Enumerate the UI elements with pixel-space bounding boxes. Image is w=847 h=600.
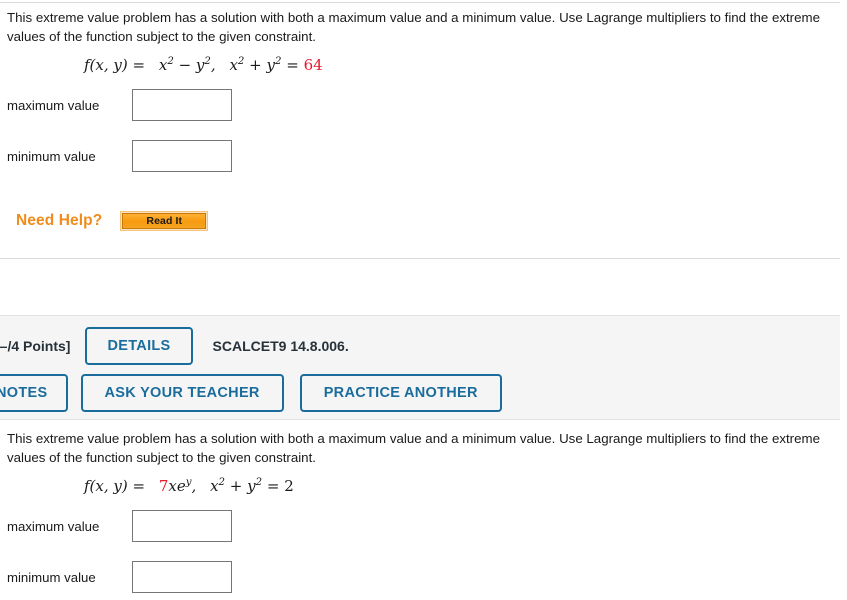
formula-2-function-label: f(x, y) = <box>84 477 146 495</box>
problem-1-formula: f(x, y) = x2 − y2, x2 + y2 = 64 <box>0 56 847 74</box>
problem-1-minimum-row: minimum value <box>0 139 232 173</box>
formula-1-constraint-value: 64 <box>303 56 323 74</box>
read-it-button[interactable]: Read It <box>120 211 209 231</box>
read-it-button-label: Read It <box>122 213 207 229</box>
problem-1-need-help: Need Help? Read It <box>0 211 209 231</box>
formula-1-function-label: f(x, y) = <box>84 56 146 74</box>
problem-2-formula-row: f(x, y) = 7xey, x2 + y2 = 2 <box>0 477 847 495</box>
formula-2-coefficient: 7 <box>158 477 169 495</box>
details-button[interactable]: DETAILS <box>85 327 193 365</box>
problem-2-minimum-row: minimum value <box>0 560 232 594</box>
problem-1-maximum-input[interactable] <box>132 89 232 121</box>
my-notes-button[interactable]: Y NOTES <box>0 374 68 412</box>
assignment-page: This extreme value problem has a solutio… <box>0 0 847 600</box>
formula-2-expression: xey, <box>168 477 197 495</box>
problem-2: This extreme value problem has a solutio… <box>0 429 847 467</box>
problem-1-minimum-label: minimum value <box>7 148 96 164</box>
problem-2-action-row: Y NOTES ASK YOUR TEACHER PRACTICE ANOTHE… <box>0 374 502 412</box>
problem-2-prompt: This extreme value problem has a solutio… <box>7 431 820 465</box>
problem-1-prompt: This extreme value problem has a solutio… <box>7 10 820 44</box>
problem-2-formula: f(x, y) = 7xey, x2 + y2 = 2 <box>0 477 847 495</box>
formula-1-constraint: x2 + y2 = <box>229 56 299 74</box>
problem-2-maximum-row: maximum value <box>0 509 232 543</box>
problem-1-maximum-label: maximum value <box>7 97 100 113</box>
problem-2-maximum-label: maximum value <box>7 518 100 534</box>
section-divider <box>0 258 840 259</box>
ask-your-teacher-button[interactable]: ASK YOUR TEACHER <box>80 374 284 412</box>
problem-1: This extreme value problem has a solutio… <box>0 8 847 46</box>
question-id-label: SCALCET9 14.8.006. <box>212 338 349 354</box>
formula-2-constraint: x2 + y2 = <box>210 477 280 495</box>
problem-2-maximum-input[interactable] <box>132 510 232 542</box>
formula-2-constraint-value: 2 <box>284 477 294 495</box>
problem-2-minimum-label: minimum value <box>7 569 96 585</box>
formula-1-expression: x2 − y2, <box>158 56 216 74</box>
top-divider <box>0 2 840 3</box>
need-help-label: Need Help? <box>16 212 103 229</box>
problem-1-maximum-row: maximum value <box>0 88 232 122</box>
problem-1-formula-row: f(x, y) = x2 − y2, x2 + y2 = 64 <box>0 56 847 74</box>
practice-another-button[interactable]: PRACTICE ANOTHER <box>299 374 502 412</box>
problem-1-minimum-input[interactable] <box>132 140 232 172</box>
points-label: [–/4 Points] <box>0 338 71 354</box>
problem-2-minimum-input[interactable] <box>132 561 232 593</box>
problem-2-header-row: [–/4 Points] DETAILS SCALCET9 14.8.006. <box>0 327 349 365</box>
